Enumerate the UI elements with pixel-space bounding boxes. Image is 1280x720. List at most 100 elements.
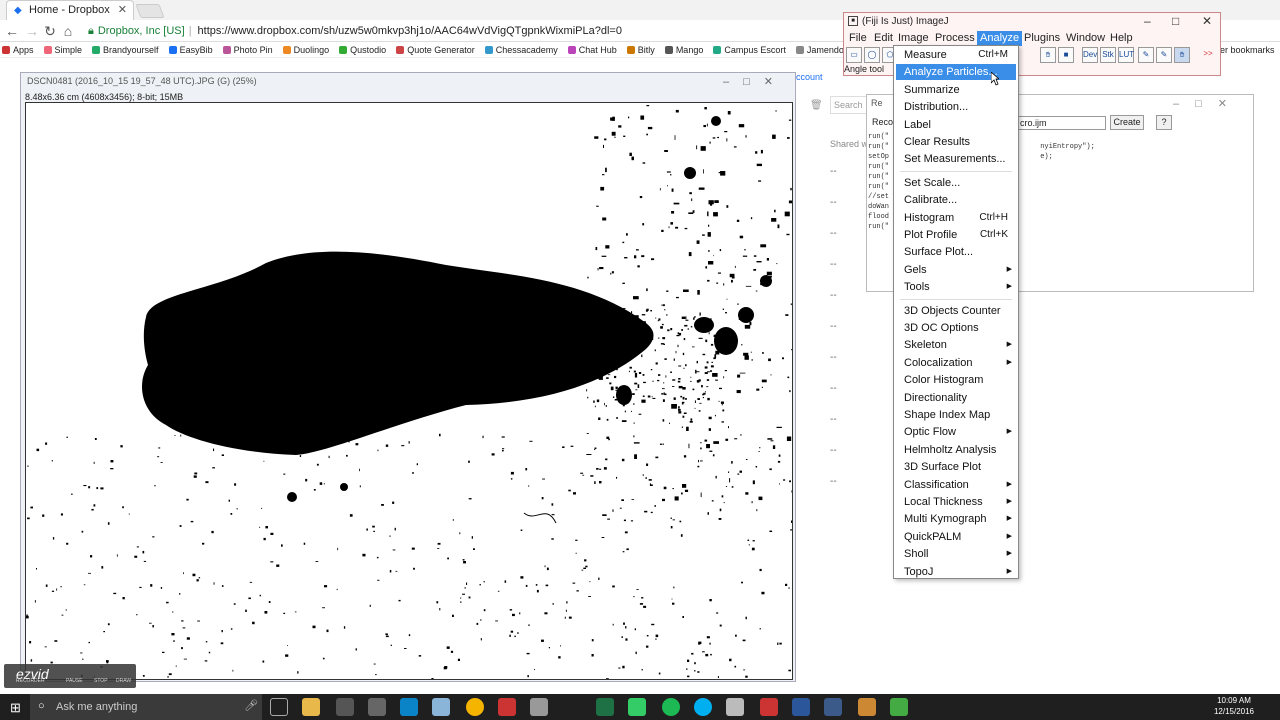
address-bar[interactable]: 🔒︎ Dropbox, Inc [US] | https://www.dropbox.… (80, 22, 840, 40)
menu-item-shape-index-map[interactable]: Shape Index Map (896, 407, 1016, 423)
menu-item-clear-results[interactable]: Clear Results (896, 134, 1016, 150)
bookmark-item[interactable]: Quote Generator (394, 42, 475, 57)
flood-fill-tool-icon[interactable]: ✋︎ (1174, 47, 1190, 63)
app-icon[interactable] (890, 698, 908, 716)
menu-item-sholl[interactable]: Sholl ▶ (896, 546, 1016, 562)
menu-item-surface-plot[interactable]: Surface Plot... (896, 244, 1016, 260)
menu-item-3d-oc-options[interactable]: 3D OC Options (896, 320, 1016, 336)
reload-icon[interactable]: ↻ (42, 23, 58, 39)
fiji-taskbar-icon[interactable] (824, 698, 842, 716)
trash-icon[interactable]: 🗑︎ (810, 100, 823, 111)
excel-icon[interactable] (596, 698, 614, 716)
windows-start-icon[interactable]: ⊞ (10, 700, 21, 716)
app-icon[interactable] (498, 698, 516, 716)
menu-item-3d-objects-counter[interactable]: 3D Objects Counter (896, 303, 1016, 319)
menu-plugins[interactable]: Plugins (1021, 31, 1063, 46)
menu-item-measure[interactable]: Measure Ctrl+M (896, 47, 1016, 63)
bookmark-item[interactable]: EasyBib (167, 42, 213, 57)
skype-icon[interactable] (694, 698, 712, 716)
menu-item-skeleton[interactable]: Skeleton ▶ (896, 337, 1016, 353)
menu-item-classification[interactable]: Classification ▶ (896, 477, 1016, 493)
calculator-icon[interactable] (530, 698, 548, 716)
bookmark-item[interactable]: Brandyourself (90, 42, 159, 57)
chrome-icon[interactable] (466, 698, 484, 716)
stop-button[interactable]: STOP (94, 678, 108, 684)
menu-item-tools[interactable]: Tools ▶ (896, 279, 1016, 295)
close-tab-icon[interactable]: ✕ (118, 3, 127, 16)
color-picker-icon[interactable]: ■ (1058, 47, 1074, 63)
mic-icon[interactable]: 🎤︎ (244, 699, 258, 712)
home-icon[interactable]: ⌂ (60, 23, 76, 39)
menu-item-distribution[interactable]: Distribution... (896, 99, 1016, 115)
menu-item-optic-flow[interactable]: Optic Flow ▶ (896, 424, 1016, 440)
menu-item-helmholtz-analysis[interactable]: Helmholtz Analysis (896, 442, 1016, 458)
menu-analyze[interactable]: Analyze (977, 31, 1023, 46)
search-input[interactable]: Search (830, 96, 870, 114)
menu-item-gels[interactable]: Gels ▶ (896, 262, 1016, 278)
ezvid-recorder[interactable]: ezvid RECORDER PAUSE STOP DRAW (4, 664, 136, 688)
menu-edit[interactable]: Edit (871, 31, 896, 46)
app-icon[interactable] (400, 698, 418, 716)
menu-item-calibrate[interactable]: Calibrate... (896, 192, 1016, 208)
tab-dropbox[interactable]: ◆ Home - Dropbox ✕ (6, 0, 134, 20)
file-explorer-icon[interactable] (302, 698, 320, 716)
back-icon[interactable]: ← (4, 23, 20, 39)
pause-button[interactable]: PAUSE (66, 678, 83, 684)
close-icon[interactable]: ✕ (1202, 14, 1212, 28)
bookmark-item[interactable]: Apps (0, 42, 34, 57)
menu-window[interactable]: Window (1063, 31, 1108, 46)
other-bookmarks[interactable]: er bookmarks (1220, 42, 1280, 58)
spotify-icon[interactable] (662, 698, 680, 716)
bookmark-item[interactable]: Simple (42, 42, 82, 57)
word-icon[interactable] (792, 698, 810, 716)
menu-item-histogram[interactable]: Histogram Ctrl+H (896, 210, 1016, 226)
menu-item-color-histogram[interactable]: Color Histogram (896, 372, 1016, 388)
create-button[interactable]: Create (1110, 115, 1144, 130)
macro-name-field[interactable]: cro.ijm (1016, 116, 1106, 130)
bookmark-item[interactable]: Chessacademy (483, 42, 558, 57)
menu-item-directionality[interactable]: Directionality (896, 390, 1016, 406)
task-view-icon[interactable] (270, 698, 288, 716)
app-icon[interactable] (432, 698, 450, 716)
more-tools[interactable]: >> (1200, 47, 1216, 63)
menu-item-colocalization[interactable]: Colocalization ▶ (896, 355, 1016, 371)
stack-tool[interactable]: Stk (1100, 47, 1116, 63)
bookmark-item[interactable]: Mango (663, 42, 703, 57)
menu-item-multi-kymograph[interactable]: Multi Kymograph ▶ (896, 511, 1016, 527)
maximize-icon[interactable]: □ (1172, 14, 1179, 28)
menu-item-topoj[interactable]: TopoJ ▶ (896, 564, 1016, 580)
menu-item-local-thickness[interactable]: Local Thickness ▶ (896, 494, 1016, 510)
oval-tool-icon[interactable]: ◯ (864, 47, 880, 63)
menu-image[interactable]: Image (895, 31, 932, 46)
minimize-icon[interactable]: – (1144, 14, 1151, 28)
bookmark-item[interactable]: Duolingo (281, 42, 329, 57)
cortana-search[interactable]: Ask me anything (30, 694, 262, 720)
menu-item-set-measurements[interactable]: Set Measurements... (896, 151, 1016, 167)
menu-file[interactable]: File (846, 31, 870, 46)
rectangle-tool-icon[interactable]: ▭ (846, 47, 862, 63)
lut-tool[interactable]: LUT (1118, 47, 1134, 63)
dev-tool[interactable]: Dev (1082, 47, 1098, 63)
window-controls[interactable]: –□✕ (723, 75, 787, 88)
app-icon[interactable] (760, 698, 778, 716)
image-canvas[interactable] (25, 102, 793, 680)
app-icon[interactable] (336, 698, 354, 716)
app-icon[interactable] (858, 698, 876, 716)
window-controls[interactable]: –□✕ (1173, 97, 1243, 110)
menu-help[interactable]: Help (1107, 31, 1136, 46)
system-clock[interactable]: 10:09 AM 12/15/2016 (1214, 695, 1254, 717)
hand-tool-icon[interactable]: ✋︎ (1040, 47, 1056, 63)
menu-process[interactable]: Process (932, 31, 978, 46)
new-tab-button[interactable] (135, 4, 165, 18)
menu-item-quickpalm[interactable]: QuickPALM ▶ (896, 529, 1016, 545)
bookmark-item[interactable]: Qustodio (337, 42, 386, 57)
forward-icon[interactable]: → (24, 23, 40, 39)
app-icon[interactable] (726, 698, 744, 716)
draw-button[interactable]: DRAW (116, 678, 131, 684)
brush-tool-icon[interactable]: ✎ (1156, 47, 1172, 63)
bookmark-item[interactable]: Bitly (625, 42, 655, 57)
pencil-tool-icon[interactable]: ✎ (1138, 47, 1154, 63)
menu-item-set-scale[interactable]: Set Scale... (896, 175, 1016, 191)
menu-item-3d-surface-plot[interactable]: 3D Surface Plot (896, 459, 1016, 475)
account-link[interactable]: ccount (796, 72, 823, 82)
